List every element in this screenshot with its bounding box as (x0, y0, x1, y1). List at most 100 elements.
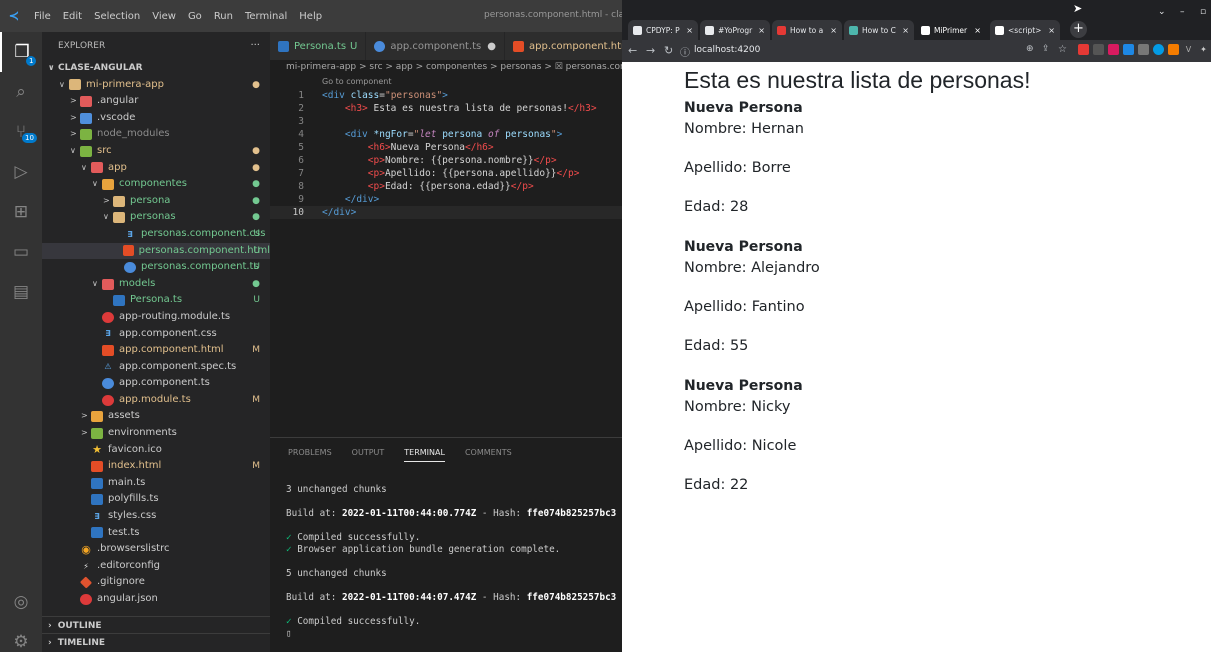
tree-item[interactable]: > assets (42, 408, 270, 425)
tree-item[interactable]: app.module.ts M (42, 392, 270, 409)
tree-item[interactable]: personas.component.html U (42, 242, 270, 260)
reload-icon[interactable]: ↻ (664, 44, 673, 57)
terminal-output[interactable]: 3 unchanged chunks Build at: 2022-01-11T… (286, 484, 616, 640)
tree-item[interactable]: angular.json (42, 591, 270, 608)
forward-icon[interactable]: → (646, 44, 655, 57)
editor-tab[interactable]: app.component.ts ● (366, 32, 505, 60)
tree-item[interactable]: ∨ src ● (42, 143, 270, 160)
extension-icon[interactable] (1093, 44, 1104, 55)
account-icon[interactable]: ◎ (0, 582, 42, 622)
menu-item-terminal[interactable]: Terminal (239, 11, 293, 22)
tree-item[interactable]: ∨ componentes ● (42, 176, 270, 193)
run-debug-icon[interactable]: ▷ (0, 152, 42, 192)
extension-icon[interactable] (1138, 44, 1149, 55)
extension-icon[interactable] (1153, 44, 1164, 55)
tree-item[interactable]: ★ favicon.ico (42, 442, 270, 459)
tree-item[interactable]: ∨ mi-primera-app ● (42, 77, 270, 94)
menu-item-selection[interactable]: Selection (88, 11, 146, 22)
browser-tab[interactable]: #YoProgr × (700, 20, 770, 40)
tab-close-icon[interactable]: × (830, 26, 837, 35)
share-icon[interactable]: ⇪ (1042, 44, 1050, 54)
code-line[interactable]: 10 </div> (270, 206, 622, 219)
tree-item[interactable]: main.ts (42, 475, 270, 492)
menu-item-help[interactable]: Help (293, 11, 328, 22)
tab-close-icon[interactable]: × (974, 26, 981, 35)
extension-icon[interactable]: V (1183, 44, 1194, 55)
menu-item-file[interactable]: File (28, 11, 57, 22)
browser-tab[interactable]: How to a × (772, 20, 842, 40)
chevron-down-icon[interactable]: ⌄ (1158, 7, 1166, 17)
url-input[interactable]: localhost:4200 (694, 45, 760, 55)
tree-item[interactable]: ∃ styles.css (42, 508, 270, 525)
tree-item[interactable]: personas.component.ts U (42, 259, 270, 276)
tree-item[interactable]: app-routing.module.ts (42, 309, 270, 326)
code-line[interactable]: 9 </div> (270, 193, 622, 206)
workspace-root[interactable]: ∨ CLASE-ANGULAR (42, 60, 270, 77)
codelens-go-to-component[interactable]: Go to component (322, 77, 391, 86)
menu-item-go[interactable]: Go (182, 11, 208, 22)
tab-problems[interactable]: PROBLEMS (288, 448, 332, 462)
maximize-icon[interactable]: ▫ (1200, 7, 1206, 17)
tree-item[interactable]: ∨ app ● (42, 160, 270, 177)
tree-item[interactable]: Persona.ts U (42, 292, 270, 309)
tab-output[interactable]: OUTPUT (352, 448, 385, 462)
explorer-more-icon[interactable]: ··· (250, 40, 260, 51)
code-line[interactable]: 1 <div class="personas"> (270, 89, 622, 102)
site-info-icon[interactable]: ⓘ (680, 44, 690, 59)
tab-close-icon[interactable]: × (1048, 26, 1055, 35)
tab-close-icon[interactable]: × (902, 26, 909, 35)
code-line[interactable]: 5 <h6>Nueva Persona</h6> (270, 141, 622, 154)
tab-terminal[interactable]: TERMINAL (404, 448, 445, 462)
tree-item[interactable]: > node_modules (42, 126, 270, 143)
browser-tab[interactable]: MiPrimer × (916, 20, 986, 40)
code-line[interactable]: 2 <h3> Esta es nuestra lista de personas… (270, 102, 622, 115)
timeline-section[interactable]: › TIMELINE (42, 633, 270, 651)
tree-item[interactable]: test.ts (42, 525, 270, 542)
search-icon[interactable]: ⌕ (0, 72, 42, 112)
breadcrumb[interactable]: mi-primera-app > src > app > componentes… (286, 62, 622, 72)
metamask-icon[interactable] (1168, 44, 1179, 55)
tab-comments[interactable]: COMMENTS (465, 448, 512, 462)
tab-close-icon[interactable]: × (758, 26, 765, 35)
explorer-icon[interactable]: ❐ 1 (0, 32, 42, 72)
tree-item[interactable]: index.html M (42, 458, 270, 475)
tree-item[interactable]: > environments (42, 425, 270, 442)
extension-icon[interactable] (1108, 44, 1119, 55)
menu-item-run[interactable]: Run (208, 11, 239, 22)
settings-gear-icon[interactable]: ⚙ (0, 622, 42, 652)
tree-item[interactable]: > persona ● (42, 193, 270, 210)
puzzle-icon[interactable]: ✦ (1198, 44, 1209, 55)
browser-tab[interactable]: CPDYP: P × (628, 20, 698, 40)
bookmark-star-icon[interactable]: ☆ (1058, 44, 1067, 55)
testing-icon[interactable]: ▤ (0, 272, 42, 312)
extension-icon[interactable] (1123, 44, 1134, 55)
tree-item[interactable]: ∃ personas.component.css U (42, 226, 270, 243)
editor-tab[interactable]: Persona.ts U (270, 32, 367, 60)
tree-item[interactable]: ⚡ .editorconfig (42, 558, 270, 575)
outline-section[interactable]: › OUTLINE (42, 616, 270, 634)
extensions-icon[interactable]: ⊞ (0, 192, 42, 232)
code-line[interactable]: 8 <p>Edad: {{persona.edad}}</p> (270, 180, 622, 193)
tab-close-icon[interactable]: × (686, 26, 693, 35)
code-line[interactable]: 6 <p>Nombre: {{persona.nombre}}</p> (270, 154, 622, 167)
tree-item[interactable]: ⚠ app.component.spec.ts (42, 359, 270, 376)
remote-explorer-icon[interactable]: ▭ (0, 232, 42, 272)
code-line[interactable]: 7 <p>Apellido: {{persona.apellido}}</p> (270, 167, 622, 180)
menu-item-edit[interactable]: Edit (57, 11, 88, 22)
new-tab-button[interactable]: + (1070, 21, 1087, 38)
tree-item[interactable]: > .angular (42, 93, 270, 110)
tree-item[interactable]: ∨ models ● (42, 276, 270, 293)
tree-item[interactable]: polyfills.ts (42, 491, 270, 508)
code-line[interactable]: 3 (270, 115, 622, 128)
extension-icon[interactable] (1078, 44, 1089, 55)
tree-item[interactable]: app.component.html M (42, 342, 270, 359)
tree-item[interactable]: .gitignore (42, 574, 270, 591)
menu-item-view[interactable]: View (146, 11, 182, 22)
zoom-icon[interactable]: ⊕ (1026, 44, 1034, 54)
browser-tab[interactable]: <script> × (990, 20, 1060, 40)
tree-item[interactable]: ∨ personas ● (42, 209, 270, 226)
minimize-icon[interactable]: – (1180, 7, 1185, 17)
tree-item[interactable]: > .vscode (42, 110, 270, 127)
editor-tab[interactable]: app.component.htmlM (505, 32, 622, 60)
browser-tab[interactable]: How to C × (844, 20, 914, 40)
